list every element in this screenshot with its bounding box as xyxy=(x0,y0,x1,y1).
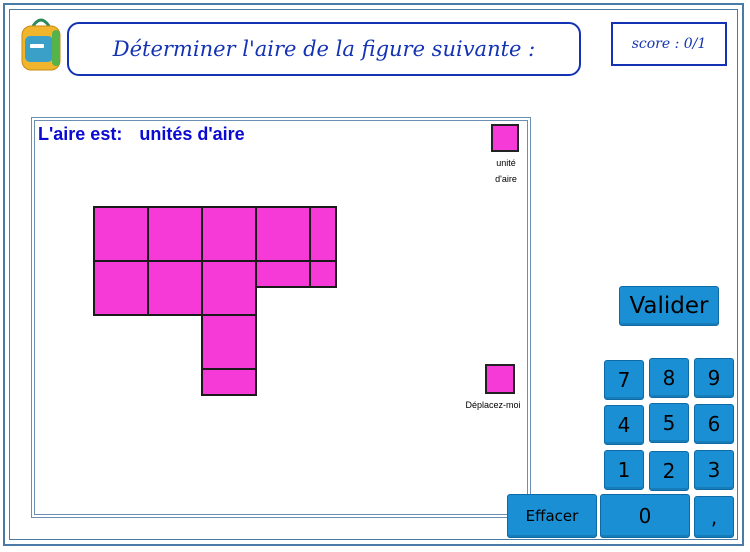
figure-cell xyxy=(93,206,149,262)
area-figure xyxy=(93,206,337,396)
unit-label-line2: d'aire xyxy=(495,174,517,184)
figure-cell xyxy=(147,260,203,316)
key-3[interactable]: 3 xyxy=(694,450,734,490)
answer-line: L'aire est: unités d'aire xyxy=(38,124,245,145)
page-title: Déterminer l'aire de la figure suivante … xyxy=(112,37,536,61)
key-7[interactable]: 7 xyxy=(604,360,644,400)
figure-cell xyxy=(147,206,203,262)
key-1[interactable]: 1 xyxy=(604,450,644,490)
figure-cell xyxy=(255,260,311,288)
figure-cell xyxy=(309,206,337,262)
figure-cell xyxy=(201,368,257,396)
key-5[interactable]: 5 xyxy=(649,403,689,443)
figure-cell xyxy=(201,206,257,262)
erase-button[interactable]: Effacer xyxy=(507,494,597,538)
figure-cell xyxy=(255,206,311,262)
key-6[interactable]: 6 xyxy=(694,404,734,444)
draggable-unit-square[interactable] xyxy=(485,364,515,394)
key-0[interactable]: 0 xyxy=(600,494,690,538)
figure-cell xyxy=(201,260,257,316)
unit-label: unité d'aire xyxy=(480,155,532,187)
figure-cell xyxy=(93,260,149,316)
score-box: score : 0/1 xyxy=(611,22,727,66)
figure-cell xyxy=(309,260,337,288)
drag-label: Déplacez-moi xyxy=(465,400,521,410)
key-comma[interactable]: , xyxy=(694,496,734,538)
figure-cell xyxy=(201,314,257,370)
key-9[interactable]: 9 xyxy=(694,358,734,398)
answer-label: L'aire est: xyxy=(38,124,123,144)
validate-button[interactable]: Valider xyxy=(619,286,719,326)
key-4[interactable]: 4 xyxy=(604,405,644,445)
title-box: Déterminer l'aire de la figure suivante … xyxy=(67,22,581,76)
unit-square xyxy=(491,124,519,152)
backpack-icon xyxy=(21,18,61,71)
answer-unit: unités d'aire xyxy=(139,124,245,144)
score-text: score : 0/1 xyxy=(631,36,707,52)
unit-label-line1: unité xyxy=(496,158,516,168)
key-2[interactable]: 2 xyxy=(649,451,689,491)
key-8[interactable]: 8 xyxy=(649,358,689,398)
